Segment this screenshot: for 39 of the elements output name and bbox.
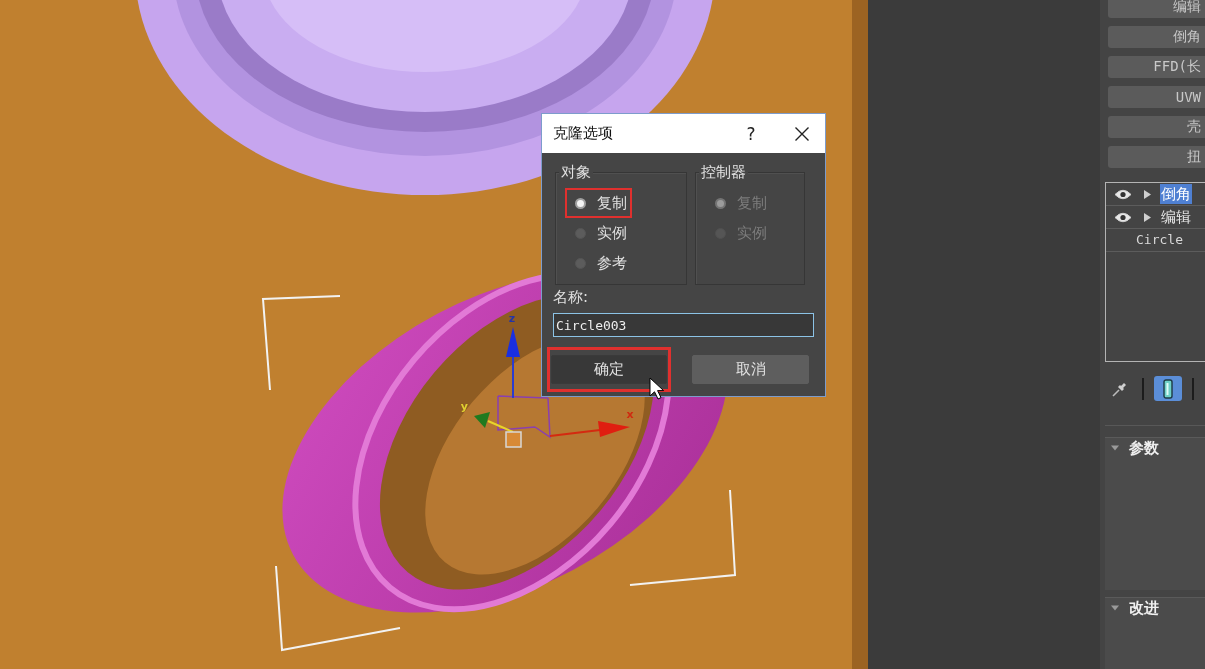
modifier-button[interactable]: 倒角 (1108, 26, 1205, 48)
end-result-button[interactable] (1154, 376, 1182, 401)
modifier-button[interactable]: 编辑 (1108, 0, 1205, 18)
gizmo-plane-handle (497, 395, 551, 439)
pivot-square (505, 431, 522, 448)
name-label: 名称: (553, 288, 589, 306)
stack-item[interactable]: 编辑 (1160, 207, 1192, 227)
eye-icon[interactable] (1114, 211, 1132, 223)
ok-button[interactable]: 确定 (551, 355, 667, 384)
radio-option[interactable]: 复制 (575, 190, 627, 216)
dialog-title: 克隆选项 (552, 124, 614, 143)
group-title: 控制器 (699, 163, 748, 181)
pin-icon (1112, 380, 1128, 397)
radio-option[interactable]: 实例 (575, 220, 627, 246)
rollout-header[interactable]: 参数 (1105, 438, 1159, 458)
expand-arrow-icon[interactable] (1144, 189, 1151, 199)
help-button[interactable]: ? (729, 114, 773, 153)
modifier-button[interactable]: 壳 (1108, 116, 1205, 138)
group-title: 对象 (559, 163, 593, 181)
rollout-header[interactable]: 改进 (1105, 598, 1159, 618)
axis-arrow[interactable] (506, 327, 520, 399)
axis-arrow[interactable] (474, 412, 514, 433)
close-icon (795, 126, 809, 141)
eye-icon[interactable] (1114, 188, 1132, 200)
axis-label: x (626, 408, 634, 421)
axis-label: y (460, 400, 468, 413)
modifier-button[interactable]: 扭 (1108, 146, 1205, 168)
tube-icon (1163, 378, 1173, 399)
modifier-button[interactable]: FFD(长 (1108, 56, 1205, 78)
stack-item[interactable]: 倒角 (1160, 184, 1192, 204)
modifier-button[interactable]: UVW (1108, 86, 1205, 108)
cursor-icon (649, 377, 665, 400)
radio-button[interactable] (575, 197, 586, 209)
cancel-button[interactable]: 取消 (692, 355, 809, 384)
axis-label: z (508, 312, 516, 325)
stack-item[interactable]: Circle (1135, 230, 1184, 250)
radio-option[interactable]: 参考 (575, 250, 627, 276)
name-field[interactable]: Circle003 (553, 313, 814, 337)
expand-arrow-icon[interactable] (1144, 212, 1151, 222)
